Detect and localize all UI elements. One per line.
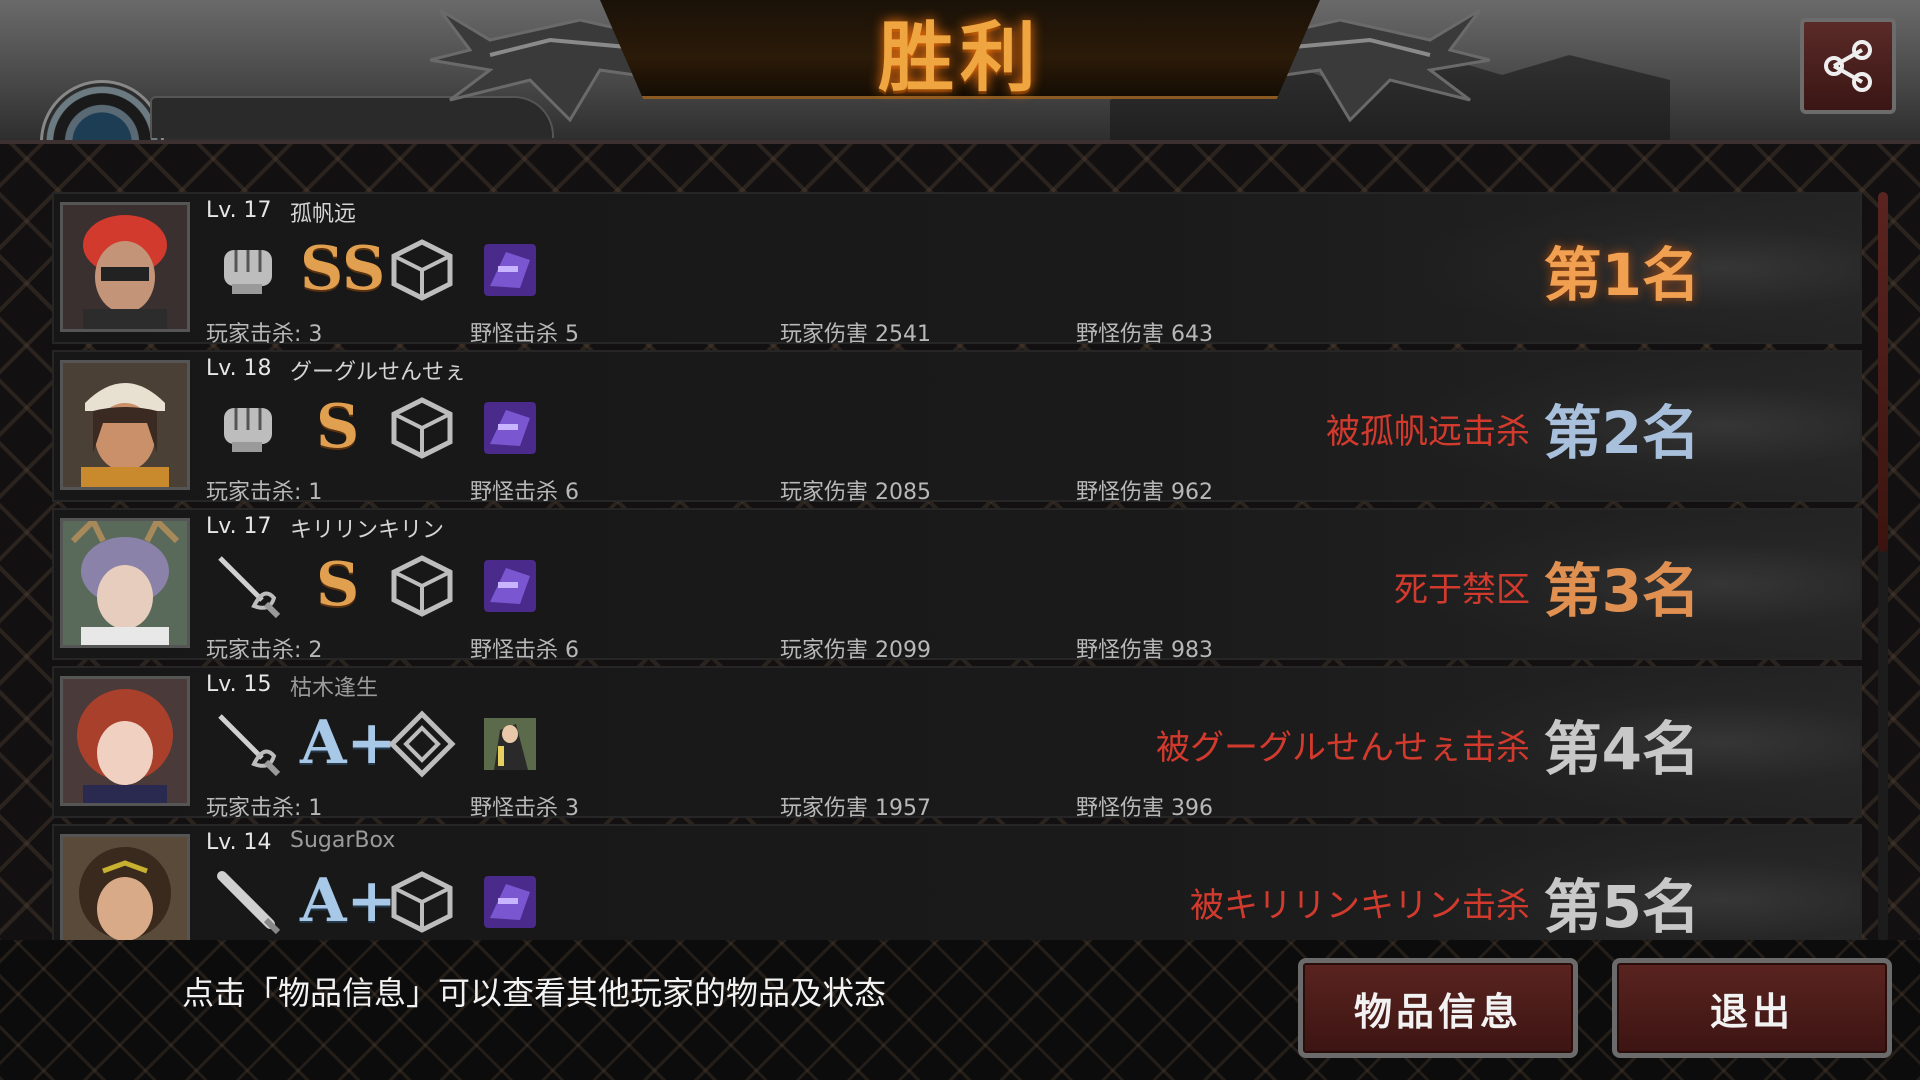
player-name: 枯木逢生 bbox=[290, 676, 379, 701]
rank-label: 第1名 bbox=[1543, 241, 1700, 309]
fist-icon[interactable] bbox=[214, 236, 282, 304]
player-row[interactable]: Lv. 17 キリリンキリン S 玩家击杀: 2 野怪击杀 6 玩家伤害 209… bbox=[52, 508, 1862, 663]
player-kills: 玩家击杀: 1 bbox=[206, 796, 323, 821]
weapon-grade: A+ bbox=[300, 866, 397, 936]
player-kills: 玩家击杀: 1 bbox=[206, 480, 323, 505]
fist-icon[interactable] bbox=[214, 394, 282, 462]
avatar bbox=[60, 676, 190, 806]
share-button[interactable] bbox=[1800, 18, 1896, 114]
death-cause: 被キリリンキリン击杀 bbox=[1190, 886, 1530, 926]
player-name: SugarBox bbox=[290, 828, 396, 853]
rank-label: 第4名 bbox=[1543, 715, 1700, 783]
death-cause: 死于禁区 bbox=[1394, 570, 1530, 610]
rank-label: 第3名 bbox=[1543, 557, 1700, 625]
purple-gear-icon[interactable] bbox=[476, 868, 544, 936]
purple-gear-icon[interactable] bbox=[476, 394, 544, 462]
player-name: グーグルせんせぇ bbox=[290, 360, 467, 385]
player-row[interactable]: Lv. 15 枯木逢生 A+ 玩家击杀: 1 野怪击杀 3 玩家伤害 1957 … bbox=[52, 666, 1862, 821]
player-level: Lv. 14 bbox=[206, 830, 272, 855]
player-level: Lv. 17 bbox=[206, 514, 272, 539]
armor-grid-icon[interactable] bbox=[388, 394, 456, 462]
monster-kills: 野怪击杀 6 bbox=[470, 480, 579, 505]
player-name: 孤帆远 bbox=[290, 202, 357, 227]
character-card-icon[interactable] bbox=[476, 710, 544, 778]
player-row[interactable]: Lv. 17 孤帆远 SS 玩家击杀: 3 野怪击杀 5 玩家伤害 2541 野… bbox=[52, 192, 1862, 347]
death-cause: 被孤帆远击杀 bbox=[1326, 412, 1530, 452]
monster-kills: 野怪击杀 6 bbox=[470, 638, 579, 663]
player-kills: 玩家击杀: 3 bbox=[206, 322, 323, 347]
avatar bbox=[60, 202, 190, 332]
list-scrollbar[interactable] bbox=[1878, 192, 1888, 942]
purple-gear-icon[interactable] bbox=[476, 552, 544, 620]
scrollbar-thumb[interactable] bbox=[1878, 192, 1888, 552]
purple-gear-icon[interactable] bbox=[476, 236, 544, 304]
player-damage: 玩家伤害 2085 bbox=[780, 480, 931, 505]
result-title: 胜利 bbox=[878, 13, 1042, 102]
monster-damage: 野怪伤害 962 bbox=[1076, 480, 1213, 505]
monster-damage: 野怪伤害 983 bbox=[1076, 638, 1213, 663]
player-damage: 玩家伤害 2541 bbox=[780, 322, 931, 347]
avatar bbox=[60, 360, 190, 490]
player-name: キリリンキリン bbox=[290, 518, 445, 543]
player-row[interactable]: Lv. 14 SugarBox A+ 被キリリンキリン击杀 第5名 bbox=[52, 824, 1862, 942]
monster-kills: 野怪击杀 3 bbox=[470, 796, 579, 821]
avatar bbox=[60, 518, 190, 648]
player-damage: 玩家伤害 1957 bbox=[780, 796, 931, 821]
monster-kills: 野怪击杀 5 bbox=[470, 322, 579, 347]
weapon-grade: SS bbox=[300, 234, 386, 304]
item-info-button[interactable]: 物品信息 bbox=[1298, 958, 1578, 1058]
exit-button[interactable]: 退出 bbox=[1612, 958, 1892, 1058]
avatar bbox=[60, 834, 190, 942]
player-level: Lv. 15 bbox=[206, 672, 272, 697]
weapon-grade: S bbox=[316, 550, 360, 620]
player-row[interactable]: Lv. 18 グーグルせんせぇ S 玩家击杀: 1 野怪击杀 6 玩家伤害 20… bbox=[52, 350, 1862, 505]
rank-label: 第5名 bbox=[1543, 873, 1700, 941]
death-cause: 被グーグルせんせぇ击杀 bbox=[1156, 728, 1530, 768]
player-results-list[interactable]: Lv. 17 孤帆远 SS 玩家击杀: 3 野怪击杀 5 玩家伤害 2541 野… bbox=[52, 192, 1862, 942]
rapier-icon[interactable] bbox=[214, 552, 282, 620]
armor-diamond-icon[interactable] bbox=[388, 710, 456, 778]
rapier-icon[interactable] bbox=[214, 710, 282, 778]
armor-grid-icon[interactable] bbox=[388, 552, 456, 620]
player-level: Lv. 17 bbox=[206, 198, 272, 223]
armor-grid-icon[interactable] bbox=[388, 868, 456, 936]
armor-grid-icon[interactable] bbox=[388, 236, 456, 304]
rank-label: 第2名 bbox=[1543, 399, 1700, 467]
player-kills: 玩家击杀: 2 bbox=[206, 638, 323, 663]
share-icon bbox=[1824, 40, 1872, 92]
player-level: Lv. 18 bbox=[206, 356, 272, 381]
weapon-grade: S bbox=[316, 392, 360, 462]
monster-damage: 野怪伤害 643 bbox=[1076, 322, 1213, 347]
hint-text: 点击「物品信息」可以查看其他玩家的物品及状态 bbox=[182, 974, 887, 1012]
player-damage: 玩家伤害 2099 bbox=[780, 638, 931, 663]
weapon-grade: A+ bbox=[300, 708, 397, 778]
bat-icon[interactable] bbox=[214, 868, 282, 936]
monster-damage: 野怪伤害 396 bbox=[1076, 796, 1213, 821]
